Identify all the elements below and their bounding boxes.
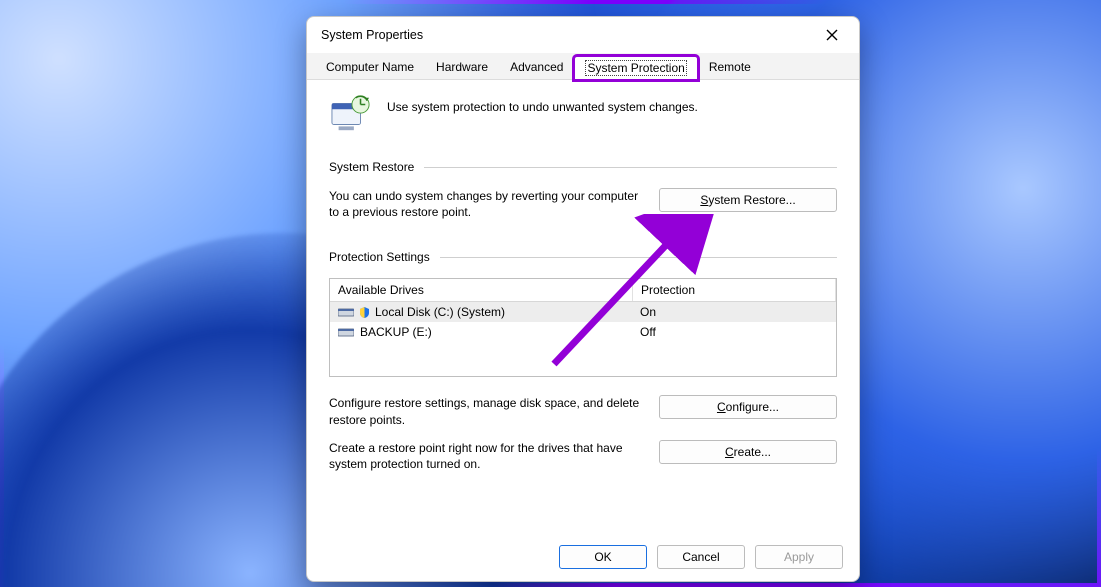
drive-name: Local Disk (C:) (System): [375, 305, 505, 319]
drive-row[interactable]: Local Disk (C:) (System) On: [330, 302, 836, 322]
apply-button[interactable]: Apply: [755, 545, 843, 569]
system-properties-dialog: System Properties Computer Name Hardware…: [306, 16, 860, 582]
drive-icon: [338, 327, 354, 337]
configure-description: Configure restore settings, manage disk …: [329, 395, 641, 427]
system-protection-icon: [329, 94, 373, 134]
system-restore-button[interactable]: System Restore...: [659, 188, 837, 212]
create-description: Create a restore point right now for the…: [329, 440, 641, 472]
col-header-protection: Protection: [633, 279, 836, 301]
col-header-drives: Available Drives: [330, 279, 633, 301]
close-button[interactable]: [815, 22, 849, 48]
group-protection-settings: Protection Settings Available Drives Pro…: [329, 250, 837, 472]
configure-button[interactable]: Configure...: [659, 395, 837, 419]
cancel-button[interactable]: Cancel: [657, 545, 745, 569]
window-title: System Properties: [321, 28, 423, 42]
drive-row[interactable]: BACKUP (E:) Off: [330, 322, 836, 342]
dialog-footer: OK Cancel Apply: [559, 545, 843, 569]
intro-text: Use system protection to undo unwanted s…: [387, 94, 698, 114]
drive-table-header: Available Drives Protection: [330, 279, 836, 302]
group-system-restore: System Restore You can undo system chang…: [329, 160, 837, 220]
drive-icon: [338, 307, 354, 317]
divider: [424, 167, 837, 168]
tab-hardware[interactable]: Hardware: [425, 55, 499, 79]
restore-description: You can undo system changes by reverting…: [329, 188, 641, 220]
close-icon: [826, 29, 838, 41]
drive-table: Available Drives Protection Local Disk (…: [329, 278, 837, 377]
tab-system-protection[interactable]: System Protection: [574, 56, 697, 80]
drive-name: BACKUP (E:): [360, 325, 432, 339]
tab-computer-name[interactable]: Computer Name: [315, 55, 425, 79]
drive-protection: On: [632, 302, 836, 322]
tab-strip: Computer Name Hardware Advanced System P…: [307, 53, 859, 80]
ok-button[interactable]: OK: [559, 545, 647, 569]
group-title-restore: System Restore: [329, 160, 414, 174]
create-button[interactable]: Create...: [659, 440, 837, 464]
tab-advanced[interactable]: Advanced: [499, 55, 574, 79]
tab-content: Use system protection to undo unwanted s…: [307, 80, 859, 542]
shield-icon: [360, 307, 369, 318]
group-title-protection: Protection Settings: [329, 250, 430, 264]
drive-protection: Off: [632, 322, 836, 342]
tab-remote[interactable]: Remote: [698, 55, 762, 79]
divider: [440, 257, 837, 258]
titlebar: System Properties: [307, 17, 859, 53]
